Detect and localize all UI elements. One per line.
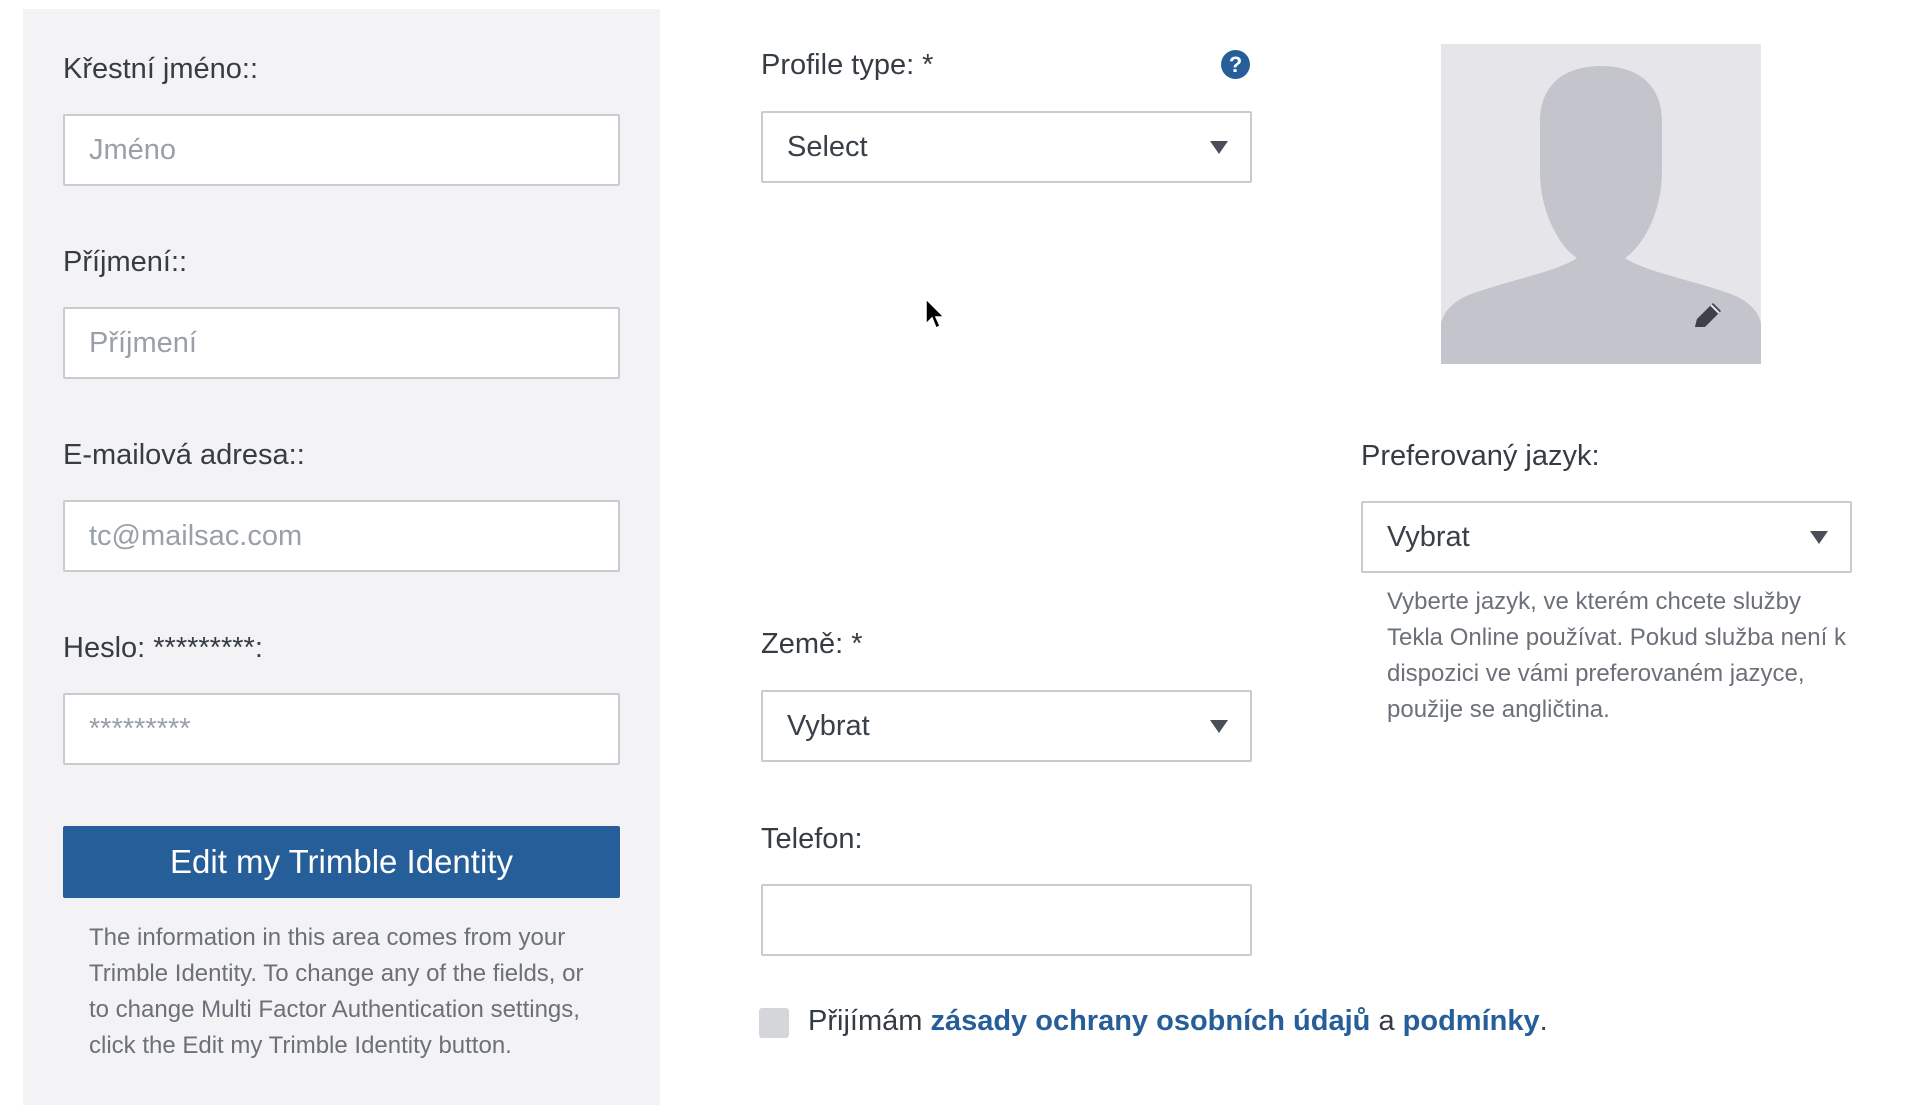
country-select[interactable]: Vybrat [761, 690, 1252, 762]
email-label: E-mailová adresa:: [63, 439, 305, 471]
identity-info-text: The information in this area comes from … [89, 924, 584, 1059]
language-value: Vybrat [1387, 520, 1470, 553]
language-select[interactable]: Vybrat [1361, 501, 1852, 573]
language-label: Preferovaný jazyk: [1361, 440, 1600, 472]
consent-conjunction: a [1378, 1005, 1395, 1037]
country-label: Země: * [761, 628, 863, 660]
profile-type-value: Select [787, 130, 868, 163]
first-name-placeholder: Jméno [89, 133, 177, 166]
consent-text: Přijímám zásady ochrany osobních údajů a… [808, 1005, 1548, 1038]
privacy-policy-link[interactable]: zásady ochrany osobních údajů [930, 1005, 1370, 1037]
phone-field[interactable] [761, 884, 1252, 956]
language-help-text: Vyberte jazyk, ve kterém chcete služby T… [1387, 588, 1846, 723]
chevron-down-icon [1210, 720, 1228, 733]
consent-checkbox[interactable] [759, 1008, 789, 1038]
help-icon[interactable]: ? [1221, 50, 1250, 79]
last-name-field[interactable]: Příjmení [63, 307, 620, 379]
consent-prefix: Přijímám [808, 1005, 923, 1037]
password-placeholder: ********* [89, 712, 191, 745]
avatar[interactable] [1441, 44, 1761, 364]
profile-type-select[interactable]: Select [761, 111, 1252, 183]
password-field[interactable]: ********* [63, 693, 620, 765]
last-name-label: Příjmení:: [63, 246, 188, 278]
email-field[interactable]: tc@mailsac.com [63, 500, 620, 572]
edit-trimble-identity-button[interactable]: Edit my Trimble Identity [63, 826, 620, 898]
country-value: Vybrat [787, 709, 870, 742]
email-placeholder: tc@mailsac.com [89, 519, 303, 552]
phone-label: Telefon: [761, 823, 863, 855]
first-name-field[interactable]: Jméno [63, 114, 620, 186]
last-name-placeholder: Příjmení [89, 326, 197, 359]
terms-link[interactable]: podmínky [1403, 1005, 1540, 1037]
first-name-label: Křestní jméno:: [63, 53, 259, 85]
consent-suffix: . [1539, 1005, 1548, 1037]
mouse-pointer-icon [925, 298, 946, 330]
pencil-icon[interactable] [1689, 299, 1725, 335]
profile-type-label: Profile type: * [761, 49, 934, 81]
chevron-down-icon [1810, 531, 1828, 544]
password-label: Heslo: *********: [63, 632, 263, 664]
chevron-down-icon [1210, 141, 1228, 154]
